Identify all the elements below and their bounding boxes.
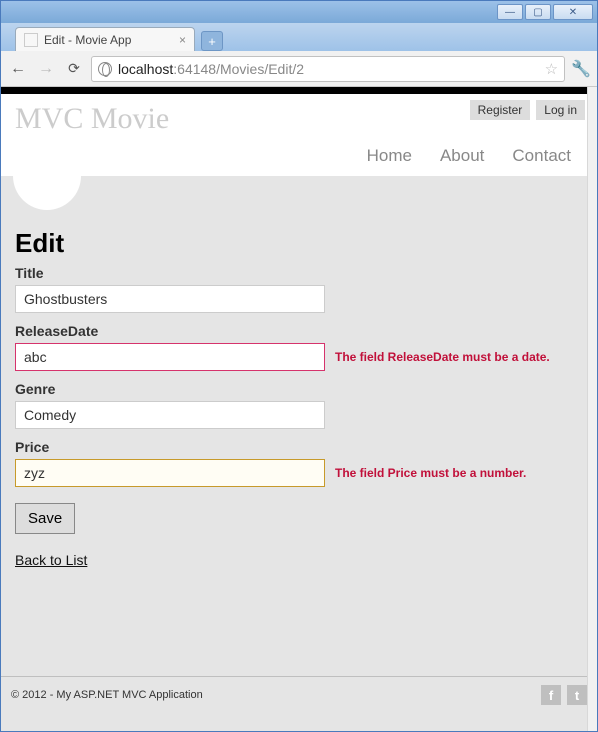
- title-input[interactable]: [15, 285, 325, 313]
- back-to-list-link[interactable]: Back to List: [15, 552, 87, 568]
- genre-label: Genre: [15, 381, 583, 397]
- header-round-decoration: [13, 142, 81, 210]
- footer-copyright: © 2012 - My ASP.NET MVC Application: [11, 689, 203, 701]
- reload-button[interactable]: ⟳: [63, 58, 85, 80]
- releasedate-label: ReleaseDate: [15, 323, 583, 339]
- main-content: Edit Title ReleaseDate The field Release…: [1, 176, 597, 584]
- releasedate-error: The field ReleaseDate must be a date.: [335, 350, 550, 364]
- tab-title: Edit - Movie App: [44, 33, 131, 47]
- genre-input[interactable]: [15, 401, 325, 429]
- page-title: Edit: [15, 228, 583, 259]
- nav-about[interactable]: About: [440, 146, 484, 166]
- browser-tabstrip: Edit - Movie App × +: [1, 23, 597, 51]
- tab-favicon: [24, 33, 38, 47]
- save-button[interactable]: Save: [15, 503, 75, 534]
- back-button[interactable]: ←: [7, 58, 29, 80]
- url-host: localhost: [118, 61, 173, 77]
- price-error: The field Price must be a number.: [335, 466, 526, 480]
- title-label: Title: [15, 265, 583, 281]
- twitter-icon[interactable]: t: [567, 685, 587, 705]
- minimize-button[interactable]: —: [497, 4, 523, 20]
- price-label: Price: [15, 439, 583, 455]
- url-path: :64148/Movies/Edit/2: [173, 61, 304, 77]
- globe-icon: [98, 62, 112, 76]
- close-button[interactable]: ✕: [553, 4, 593, 20]
- login-link[interactable]: Log in: [536, 100, 585, 120]
- maximize-button[interactable]: ▢: [525, 4, 551, 20]
- site-header: MVC Movie Register Log in Home About Con…: [1, 94, 597, 176]
- site-footer: © 2012 - My ASP.NET MVC Application f t: [1, 676, 597, 713]
- wrench-menu-icon[interactable]: 🔧: [571, 59, 591, 79]
- browser-toolbar: ← → ⟳ localhost:64148/Movies/Edit/2 ☆ 🔧: [1, 51, 597, 87]
- scrollbar-track[interactable]: [587, 87, 597, 731]
- window-titlebar: — ▢ ✕: [1, 1, 597, 23]
- tab-close-icon[interactable]: ×: [179, 33, 186, 47]
- facebook-icon[interactable]: f: [541, 685, 561, 705]
- top-black-bar: [1, 87, 597, 94]
- forward-button[interactable]: →: [35, 58, 57, 80]
- browser-tab[interactable]: Edit - Movie App ×: [15, 27, 195, 51]
- bookmark-star-icon[interactable]: ☆: [545, 60, 558, 78]
- price-input[interactable]: [15, 459, 325, 487]
- new-tab-button[interactable]: +: [201, 31, 223, 51]
- address-bar[interactable]: localhost:64148/Movies/Edit/2 ☆: [91, 56, 565, 82]
- register-link[interactable]: Register: [470, 100, 531, 120]
- nav-home[interactable]: Home: [367, 146, 412, 166]
- releasedate-input[interactable]: [15, 343, 325, 371]
- nav-contact[interactable]: Contact: [512, 146, 571, 166]
- page-viewport: MVC Movie Register Log in Home About Con…: [1, 87, 597, 731]
